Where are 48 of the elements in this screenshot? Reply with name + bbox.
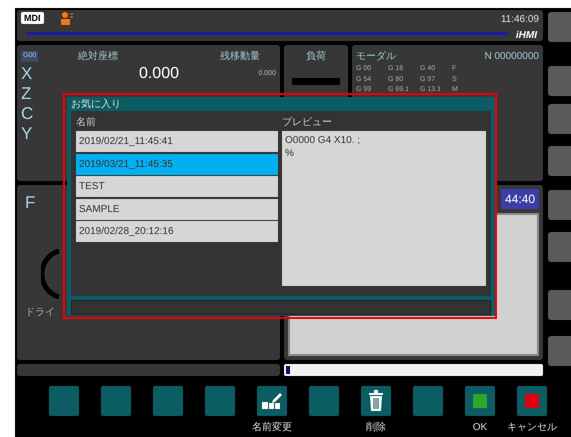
mode-label: MDI (21, 12, 44, 24)
list-item[interactable]: 2019/02/28_20:12:16 (76, 221, 278, 242)
axis-name: Z (21, 84, 32, 104)
load-meter (292, 78, 340, 85)
panel-title: モーダル (356, 50, 396, 64)
rename-icon (261, 391, 283, 411)
softkey[interactable] (257, 386, 287, 416)
softkey-label: キャンセル (507, 421, 557, 435)
side-button[interactable] (548, 66, 571, 96)
gauge-arc (41, 249, 61, 299)
list-item[interactable]: 2019/03/21_11:45:35 (76, 154, 278, 174)
list-item[interactable]: SAMPLE (76, 198, 278, 220)
elapsed-time: 44:40 (500, 189, 539, 209)
dialog-title: お気に入り (71, 98, 122, 111)
clock-time: 11:46:09 (500, 13, 539, 27)
sequence-number: N 00000000 (484, 50, 539, 64)
panel-title: 負荷 (305, 50, 327, 64)
trash-icon (368, 390, 384, 412)
side-button[interactable] (548, 232, 571, 262)
column-title: 残移動量 (220, 50, 260, 64)
side-button[interactable] (548, 104, 571, 134)
list-item[interactable]: 2019/02/21_11:45:41 (76, 131, 278, 152)
list-header: 名前 (76, 116, 97, 130)
side-button[interactable] (548, 290, 571, 320)
softkey-label: 削除 (366, 420, 386, 435)
axis-name: Y (21, 124, 34, 144)
softkey[interactable] (361, 386, 391, 416)
side-button[interactable] (548, 190, 571, 220)
preview-header: プレビュー (282, 116, 333, 130)
feed-caption: ドライ (25, 306, 55, 320)
side-button[interactable] (548, 146, 571, 176)
axis-name: X (21, 64, 34, 84)
softkey-label: OK (472, 421, 488, 435)
softkey-label: 名前変更 (252, 420, 292, 435)
column-title: 絶対座標 (78, 50, 118, 64)
axis-name: C (21, 104, 34, 124)
code-line: O0000 G4 X10. ; (285, 134, 362, 147)
side-button[interactable] (548, 12, 571, 42)
operator-icon (60, 12, 74, 25)
progress-fill (286, 366, 290, 374)
axis-value: 0.000 (138, 64, 179, 84)
side-button[interactable] (548, 336, 571, 366)
code-line: % (285, 147, 295, 160)
cancel-icon (525, 394, 539, 408)
list-item[interactable]: TEST (76, 176, 278, 197)
ok-icon (473, 394, 487, 408)
feed-label: F (25, 193, 36, 213)
brand-logo: iHMI (516, 29, 537, 43)
